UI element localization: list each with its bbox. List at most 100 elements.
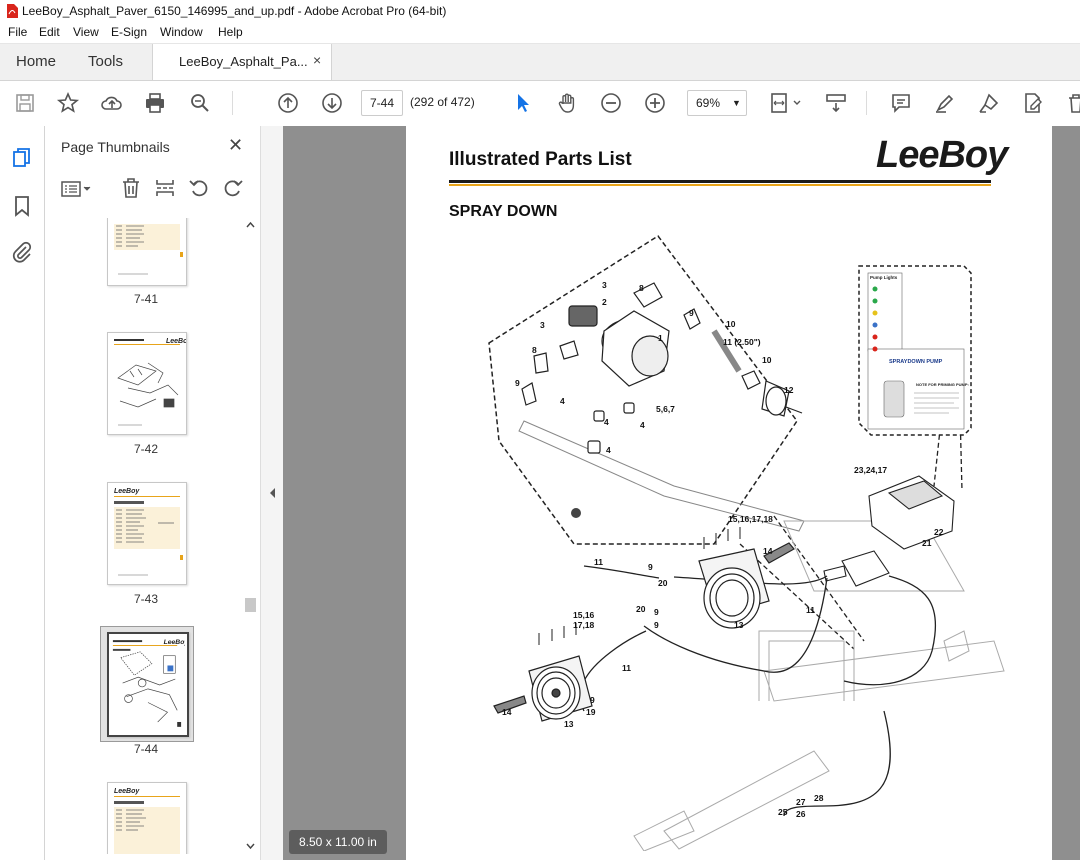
- toolbar-divider: [866, 91, 867, 115]
- tab-document-label: LeeBoy_Asphalt_Pa...: [179, 54, 308, 69]
- header-rule: [449, 180, 991, 183]
- print-icon[interactable]: [143, 91, 167, 115]
- spray-down-diagram: Pump Lights SPRAYDOWN PUMP NOTE FOR PRIM…: [488, 234, 1005, 851]
- select-cursor-icon[interactable]: [511, 91, 535, 115]
- tab-tools[interactable]: Tools: [88, 53, 123, 70]
- callout-label: 26: [796, 809, 806, 819]
- callout-label: 11 (2.50"): [723, 337, 761, 347]
- menu-file[interactable]: File: [8, 25, 27, 39]
- callout-label: 2: [602, 297, 607, 307]
- callout-label: 10: [726, 319, 736, 329]
- thumbnail-label: 7-42: [133, 442, 159, 456]
- menu-help[interactable]: Help: [218, 25, 243, 39]
- callout-label: 5,6,7: [656, 404, 675, 414]
- extract-pages-icon[interactable]: [153, 176, 177, 200]
- rotate-clockwise-icon[interactable]: [221, 176, 245, 200]
- decal-title: SPRAYDOWN PUMP: [889, 359, 943, 365]
- previous-page-icon[interactable]: [276, 91, 300, 115]
- callout-label: 4: [606, 445, 611, 455]
- zoom-level-select[interactable]: 69% ▼: [687, 90, 747, 116]
- sign-pen-icon[interactable]: [977, 91, 1001, 115]
- callout-label: 9: [689, 308, 694, 318]
- tab-document[interactable]: LeeBoy_Asphalt_Pa... ×: [152, 44, 332, 80]
- thumbnail-toolbar: [55, 176, 255, 204]
- page-thumbnail[interactable]: LeeBoy: [107, 482, 187, 585]
- chevron-down-icon: ▼: [732, 98, 741, 108]
- highlight-pen-icon[interactable]: [933, 91, 957, 115]
- svg-text:LeeBoy: LeeBoy: [114, 788, 140, 795]
- zoom-in-icon[interactable]: [643, 91, 667, 115]
- collapse-panel-icon[interactable]: [267, 486, 277, 500]
- page-thumbnail[interactable]: [107, 218, 187, 286]
- menu-view[interactable]: View: [73, 25, 99, 39]
- hand-tool-icon[interactable]: [555, 91, 579, 115]
- callout-label: 14: [502, 707, 512, 717]
- callout-label: 10: [762, 355, 772, 365]
- tab-close-icon[interactable]: ×: [313, 52, 321, 68]
- svg-text:LeeBoy: LeeBoy: [166, 338, 186, 345]
- callout-label: 20: [636, 604, 646, 614]
- svg-text:LeeBoy: LeeBoy: [114, 488, 140, 495]
- callout-label: 17,18: [573, 620, 595, 630]
- cloud-upload-icon[interactable]: [100, 91, 124, 115]
- callout-label: 9: [654, 607, 659, 617]
- menu-bar: File Edit View E-Sign Window Help: [0, 22, 1080, 44]
- pdf-file-icon: [7, 4, 18, 18]
- delete-page-icon[interactable]: [119, 176, 143, 200]
- comment-icon[interactable]: [889, 91, 913, 115]
- thumbnail-options-icon[interactable]: [60, 178, 94, 200]
- menu-edit[interactable]: Edit: [39, 25, 60, 39]
- save-icon[interactable]: [13, 91, 37, 115]
- page-size-indicator: 8.50 x 11.00 in: [289, 830, 387, 854]
- page-thumbnail[interactable]: LeeBoy: [107, 782, 187, 854]
- document-view[interactable]: Illustrated Parts List LeeBoy SPRAY DOWN: [283, 126, 1080, 860]
- toolbar-divider: [232, 91, 233, 115]
- zoom-out-icon[interactable]: [599, 91, 623, 115]
- thumbnail-label: 7-43: [133, 592, 159, 606]
- page-fit-icon[interactable]: [768, 91, 804, 115]
- tab-bar: Home Tools LeeBoy_Asphalt_Pa... ×: [0, 44, 1080, 81]
- bookmark-icon[interactable]: [10, 194, 34, 218]
- callout-label: 13: [734, 620, 744, 630]
- page-heading: Illustrated Parts List: [449, 149, 632, 170]
- page-thumbnails-icon[interactable]: [10, 146, 34, 170]
- thumbnail-scrollbar[interactable]: [243, 218, 258, 854]
- window-title: LeeBoy_Asphalt_Paver_6150_146995_and_up.…: [22, 4, 447, 18]
- zoom-value: 69%: [696, 96, 721, 110]
- callout-label: 12: [784, 385, 794, 395]
- page-number-input[interactable]: 7-44: [361, 90, 403, 116]
- callout-label: 11: [622, 663, 631, 673]
- page-thumbnail[interactable]: LeeBoy: [107, 332, 187, 435]
- decal-note: NOTE FOR PRIMING PUMP:: [916, 382, 969, 387]
- header-accent-rule: [449, 184, 991, 186]
- bookmark-star-icon[interactable]: [56, 91, 80, 115]
- tab-home[interactable]: Home: [16, 53, 56, 70]
- thumbnail-label: 7-44: [133, 742, 159, 756]
- menu-esign[interactable]: E-Sign: [111, 25, 147, 39]
- zoom-search-icon[interactable]: [188, 91, 212, 115]
- delete-icon[interactable]: [1064, 91, 1080, 115]
- callout-label: 8: [532, 345, 537, 355]
- callout-label: 27: [796, 797, 806, 807]
- leeboy-logo: LeeBoy: [876, 134, 1008, 176]
- scroll-mode-icon[interactable]: [824, 91, 848, 115]
- callout-label: 13: [564, 719, 574, 729]
- panel-splitter[interactable]: [260, 126, 284, 860]
- callout-label: 4: [560, 396, 565, 406]
- rotate-counterclockwise-icon[interactable]: [187, 176, 211, 200]
- attachment-icon[interactable]: [10, 240, 34, 264]
- thumbnails-panel: Page Thumbnails ✕ 7-41 LeeB 7-42 LeeBoy …: [45, 126, 260, 860]
- callout-label: 25: [778, 807, 788, 817]
- menu-window[interactable]: Window: [160, 25, 203, 39]
- callout-label: 11: [594, 557, 603, 567]
- export-edit-icon[interactable]: [1021, 91, 1045, 115]
- next-page-icon[interactable]: [320, 91, 344, 115]
- title-bar: LeeBoy_Asphalt_Paver_6150_146995_and_up.…: [0, 0, 1080, 22]
- callout-label: 11: [806, 605, 815, 615]
- panel-title: Page Thumbnails: [61, 139, 170, 155]
- callout-label: 22: [934, 527, 944, 537]
- page-thumbnail-selected[interactable]: LeeBoy: [107, 632, 189, 737]
- decal-header: Pump Lights: [870, 275, 898, 280]
- callout-label: 8: [639, 283, 644, 293]
- close-panel-icon[interactable]: ✕: [228, 135, 243, 156]
